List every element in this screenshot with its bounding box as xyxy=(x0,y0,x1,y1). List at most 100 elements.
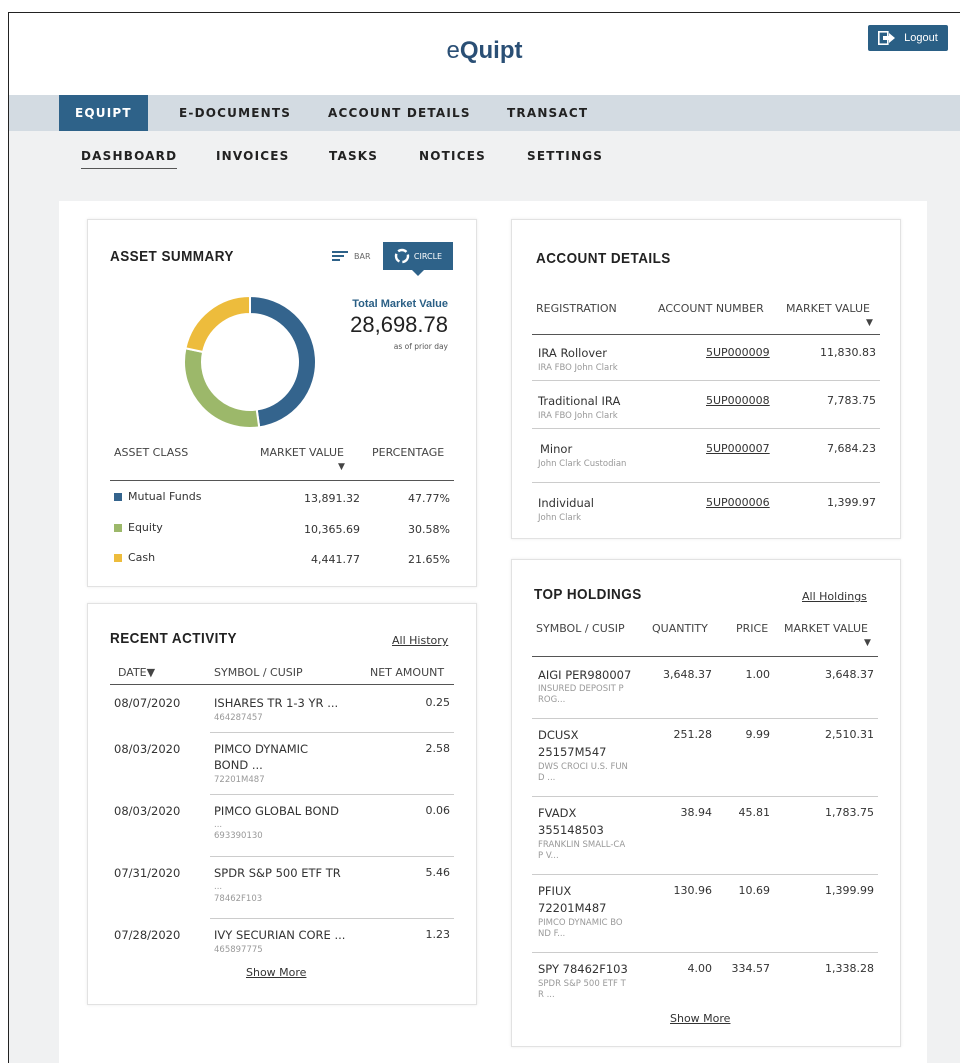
asset-class-name: Mutual Funds xyxy=(128,490,202,503)
header-divider xyxy=(532,656,878,657)
holding-description: FRANKLIN SMALL-CA xyxy=(538,840,626,850)
holding-cusip: 355148503 xyxy=(538,823,604,837)
holding-quantity: 251.28 xyxy=(673,728,713,741)
logout-button[interactable]: Logout xyxy=(868,25,948,51)
col-price[interactable]: PRICE xyxy=(736,622,768,635)
registration-owner: IRA FBO John Clark xyxy=(538,411,618,421)
col-asset-class[interactable]: ASSET CLASS xyxy=(114,446,188,459)
holding-symbol: PFIUX xyxy=(538,884,572,898)
asset-summary-title: ASSET SUMMARY xyxy=(110,248,234,265)
activity-date: 08/03/2020 xyxy=(114,804,181,818)
activity-show-more-link[interactable]: Show More xyxy=(246,966,306,979)
account-market-value: 11,830.83 xyxy=(820,346,876,359)
activity-cusip: 72201M487 xyxy=(214,775,265,785)
bar-view-toggle[interactable]: BAR xyxy=(332,251,371,261)
col-market-value[interactable]: MARKET VALUE xyxy=(260,446,344,459)
activity-date: 08/07/2020 xyxy=(114,696,181,710)
registration-name: Traditional IRA xyxy=(538,394,621,408)
col-symbol-cusip[interactable]: SYMBOL / CUSIP xyxy=(214,666,303,679)
col-net-amount[interactable]: NET AMOUNT xyxy=(370,666,444,679)
activity-symbol: PIMCO GLOBAL BOND xyxy=(214,804,339,818)
asset-class-name: Equity xyxy=(128,521,163,534)
col-quantity[interactable]: QUANTITY xyxy=(652,622,708,635)
activity-date: 07/31/2020 xyxy=(114,866,181,880)
brand-logo: eQuipt xyxy=(446,37,523,64)
activity-symbol: ISHARES TR 1-3 YR ... xyxy=(214,696,339,710)
header-divider xyxy=(110,480,454,481)
account-number-link[interactable]: 5UP000008 xyxy=(706,394,770,407)
mutual-funds-swatch xyxy=(114,493,122,501)
holding-quantity: 38.94 xyxy=(680,806,713,819)
subtab-notices[interactable]: NOTICES xyxy=(419,149,486,163)
row-divider xyxy=(210,732,454,733)
holding-price: 45.81 xyxy=(738,806,771,819)
equity-swatch xyxy=(114,524,122,532)
activity-symbol: IVY SECURIAN CORE ... xyxy=(214,928,346,942)
subtab-settings[interactable]: SETTINGS xyxy=(527,149,603,163)
col-date[interactable]: DATE▼ xyxy=(118,666,155,679)
holding-description: INSURED DEPOSIT P xyxy=(538,684,624,694)
col-registration[interactable]: REGISTRATION xyxy=(536,302,617,315)
account-number-link[interactable]: 5UP000006 xyxy=(706,496,770,509)
col-market-value[interactable]: MARKET VALUE xyxy=(784,622,868,635)
subtab-invoices[interactable]: INVOICES xyxy=(216,149,290,163)
holding-price: 10.69 xyxy=(738,884,771,897)
col-percentage[interactable]: PERCENTAGE xyxy=(372,446,444,459)
all-history-link[interactable]: All History xyxy=(392,634,448,647)
holding-description: SPDR S&P 500 ETF T xyxy=(538,979,626,989)
holding-description-cont: ND F... xyxy=(538,929,566,939)
donut-slice-mutual-funds xyxy=(249,294,317,429)
holding-description-cont: R ... xyxy=(538,990,555,1000)
total-market-value: 28,698.78 xyxy=(350,312,448,337)
registration-name: Minor xyxy=(540,442,573,456)
subtab-dashboard[interactable]: DASHBOARD xyxy=(81,149,178,169)
row-divider xyxy=(532,718,878,719)
holding-quantity: 4.00 xyxy=(687,962,713,975)
sort-desc-icon: ▼ xyxy=(864,638,871,648)
recent-activity-title: RECENT ACTIVITY xyxy=(110,630,238,647)
account-number-link[interactable]: 5UP000007 xyxy=(706,442,770,455)
col-market-value[interactable]: MARKET VALUE xyxy=(786,302,870,315)
asset-percentage: 21.65% xyxy=(408,553,450,566)
activity-symbol: PIMCO DYNAMIC xyxy=(214,742,309,756)
account-market-value: 1,399.97 xyxy=(827,496,876,509)
activity-symbol: SPDR S&P 500 ETF TR xyxy=(214,866,341,880)
sort-desc-icon: ▼ xyxy=(338,462,345,472)
asset-percentage: 47.77% xyxy=(408,492,450,505)
top-holdings-title: TOP HOLDINGS xyxy=(534,586,642,603)
tab-account-details[interactable]: ACCOUNT DETAILS xyxy=(328,95,471,131)
holding-description-cont: D ... xyxy=(538,773,556,783)
row-divider xyxy=(532,952,878,953)
holdings-show-more-link[interactable]: Show More xyxy=(670,1012,730,1025)
account-number-link[interactable]: 5UP000009 xyxy=(706,346,770,359)
tab-equipt[interactable]: EQUIPT xyxy=(59,95,148,131)
activity-net-amount: 0.06 xyxy=(425,804,451,817)
holding-market-value: 1,399.99 xyxy=(825,884,874,897)
bar-toggle-label: BAR xyxy=(354,251,371,261)
activity-net-amount: 1.23 xyxy=(425,928,451,941)
tab-transact[interactable]: TRANSACT xyxy=(507,95,588,131)
activity-cusip: 464287457 xyxy=(214,713,263,723)
holding-quantity: 130.96 xyxy=(673,884,713,897)
account-market-value: 7,684.23 xyxy=(827,442,876,455)
sort-desc-icon: ▼ xyxy=(866,318,873,328)
donut-slice-cash xyxy=(184,294,251,354)
holding-symbol: AIGI PER980007 xyxy=(538,668,632,682)
holding-price: 334.57 xyxy=(731,962,771,975)
tab-e-documents[interactable]: E-DOCUMENTS xyxy=(179,95,291,131)
circle-view-toggle[interactable]: CIRCLE xyxy=(383,242,453,270)
col-account-number[interactable]: ACCOUNT NUMBER xyxy=(658,302,764,315)
col-symbol-cusip[interactable]: SYMBOL / CUSIP xyxy=(536,622,625,635)
holding-quantity: 3,648.37 xyxy=(663,668,712,681)
subtab-tasks[interactable]: TASKS xyxy=(329,149,378,163)
holding-description-cont: P V... xyxy=(538,851,559,861)
donut-slice-equity xyxy=(183,347,261,429)
holding-market-value: 3,648.37 xyxy=(825,668,874,681)
total-market-value-block: Total Market Value 28,698.78 as of prior… xyxy=(350,298,448,351)
registration-name: Individual xyxy=(538,496,595,510)
holding-cusip: 25157M547 xyxy=(538,745,607,759)
asset-class-name: Cash xyxy=(128,551,156,564)
all-holdings-link[interactable]: All Holdings xyxy=(802,590,867,603)
asset-market-value: 4,441.77 xyxy=(311,553,360,566)
activity-date: 07/28/2020 xyxy=(114,928,181,942)
